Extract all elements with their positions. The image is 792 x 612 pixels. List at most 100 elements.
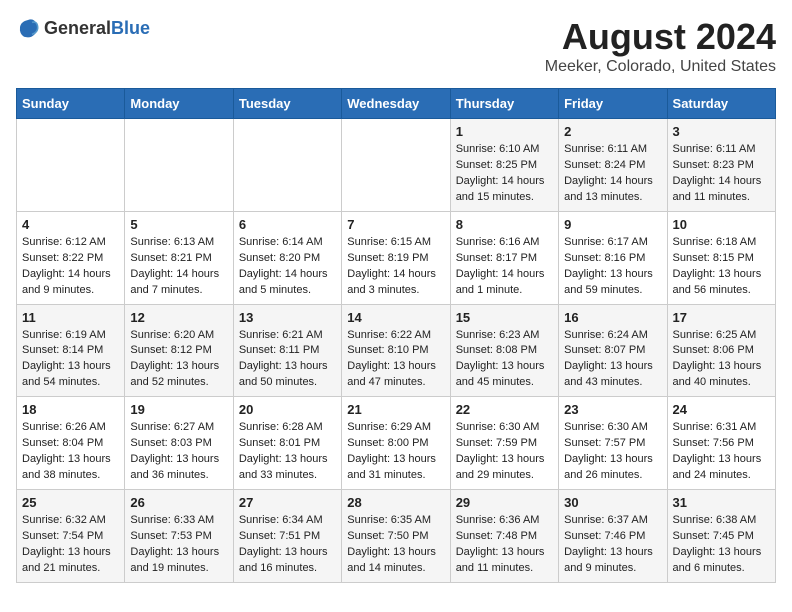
sunset-value: 8:14 PM [62, 344, 103, 356]
sunset-label: Sunset: [564, 252, 604, 264]
day-info: Sunrise: 6:16 AMSunset: 8:17 PMDaylight:… [456, 235, 553, 299]
sunrise-label: Sunrise: [130, 236, 173, 248]
sunset-label: Sunset: [673, 159, 713, 171]
sunset-value: 7:46 PM [604, 530, 645, 542]
sunset-value: 8:06 PM [713, 344, 754, 356]
day-number: 18 [22, 402, 119, 417]
day-info: Sunrise: 6:32 AMSunset: 7:54 PMDaylight:… [22, 513, 119, 577]
day-info: Sunrise: 6:10 AMSunset: 8:25 PMDaylight:… [456, 142, 553, 206]
day-cell-12: 12 Sunrise: 6:20 AMSunset: 8:12 PMDayligh… [125, 304, 233, 397]
daylight-label: Daylight: [456, 268, 502, 280]
day-info: Sunrise: 6:23 AMSunset: 8:08 PMDaylight:… [456, 328, 553, 392]
sunset-label: Sunset: [673, 437, 713, 449]
day-cell-empty-0 [17, 119, 125, 212]
sunrise-label: Sunrise: [564, 329, 607, 341]
daylight-label: Daylight: [239, 268, 285, 280]
day-cell-24: 24Sunrise: 6:31 AMSunset: 7:56 PMDayligh… [667, 397, 775, 490]
sunset-label: Sunset: [456, 530, 496, 542]
day-info: Sunrise: 6:26 AMSunset: 8:04 PMDaylight:… [22, 420, 119, 484]
sunrise-label: Sunrise: [22, 421, 65, 433]
day-info: Sunrise: 6:24 AMSunset: 8:07 PMDaylight:… [564, 328, 661, 392]
main-title: August 2024 [545, 16, 776, 58]
sunrise-value: 6:18 AM [716, 236, 756, 248]
sunrise-label: Sunrise: [239, 236, 282, 248]
calendar-table: SundayMondayTuesdayWednesdayThursdayFrid… [16, 88, 776, 583]
daylight-label: Daylight: [564, 360, 610, 372]
logo-general: General [44, 18, 111, 38]
day-info: Sunrise: 6:25 AMSunset: 8:06 PMDaylight:… [673, 328, 770, 392]
day-info: Sunrise: 6:19 AMSunset: 8:14 PMDaylight:… [22, 328, 119, 392]
sunset-label: Sunset: [673, 252, 713, 264]
day-info: Sunrise: 6:30 AMSunset: 7:59 PMDaylight:… [456, 420, 553, 484]
sunset-label: Sunset: [130, 530, 170, 542]
sunset-value: 8:10 PM [388, 344, 429, 356]
daylight-label: Daylight: [22, 546, 68, 558]
sunrise-label: Sunrise: [673, 329, 716, 341]
day-number: 16 [564, 310, 661, 325]
daylight-label: Daylight: [239, 546, 285, 558]
day-cell-31: 31Sunrise: 6:38 AMSunset: 7:45 PMDayligh… [667, 490, 775, 583]
daylight-label: Daylight: [347, 268, 393, 280]
sunrise-value: 6:24 AM [608, 329, 648, 341]
sunrise-label: Sunrise: [456, 514, 499, 526]
sunrise-label: Sunrise: [456, 329, 499, 341]
day-info: Sunrise: 6:34 AMSunset: 7:51 PMDaylight:… [239, 513, 336, 577]
daylight-label: Daylight: [130, 546, 176, 558]
day-info: Sunrise: 6:20 AMSunset: 8:12 PMDaylight:… [130, 328, 227, 392]
day-info: Sunrise: 6:22 AMSunset: 8:10 PMDaylight:… [347, 328, 444, 392]
sunset-label: Sunset: [347, 252, 387, 264]
sunrise-value: 6:22 AM [391, 329, 431, 341]
logo-icon [16, 16, 40, 40]
day-number: 27 [239, 495, 336, 510]
sunrise-label: Sunrise: [347, 514, 390, 526]
day-number: 24 [673, 402, 770, 417]
day-info: Sunrise: 6:28 AMSunset: 8:01 PMDaylight:… [239, 420, 336, 484]
sunrise-value: 6:15 AM [391, 236, 431, 248]
daylight-label: Daylight: [673, 175, 719, 187]
day-cell-27: 27 Sunrise: 6:34 AMSunset: 7:51 PMDayligh… [233, 490, 341, 583]
sunrise-label: Sunrise: [673, 514, 716, 526]
sunrise-value: 6:28 AM [282, 421, 322, 433]
day-cell-8: 8Sunrise: 6:16 AMSunset: 8:17 PMDaylight… [450, 211, 558, 304]
day-info: Sunrise: 6:27 AMSunset: 8:03 PMDaylight:… [130, 420, 227, 484]
daylight-label: Daylight: [239, 360, 285, 372]
day-cell-30: 30Sunrise: 6:37 AMSunset: 7:46 PMDayligh… [559, 490, 667, 583]
sunrise-label: Sunrise: [673, 236, 716, 248]
day-info: Sunrise: 6:38 AMSunset: 7:45 PMDaylight:… [673, 513, 770, 577]
day-number: 10 [673, 217, 770, 232]
day-cell-9: 9Sunrise: 6:17 AMSunset: 8:16 PMDaylight… [559, 211, 667, 304]
daylight-label: Daylight: [130, 360, 176, 372]
sunrise-value: 6:37 AM [608, 514, 648, 526]
sunset-value: 7:48 PM [496, 530, 537, 542]
week-row-2: 4Sunrise: 6:12 AMSunset: 8:22 PMDaylight… [17, 211, 776, 304]
sunset-label: Sunset: [22, 252, 62, 264]
sunset-value: 8:15 PM [713, 252, 754, 264]
sunrise-label: Sunrise: [22, 514, 65, 526]
sunset-value: 7:54 PM [62, 530, 103, 542]
sunrise-value: 6:11 AM [608, 143, 648, 155]
sunset-value: 7:45 PM [713, 530, 754, 542]
sunset-value: 8:11 PM [279, 344, 319, 356]
day-number: 12 [130, 310, 227, 325]
sunrise-value: 6:26 AM [65, 421, 105, 433]
day-cell-3: 3Sunrise: 6:11 AMSunset: 8:23 PMDaylight… [667, 119, 775, 212]
day-number: 28 [347, 495, 444, 510]
sunrise-value: 6:12 AM [65, 236, 105, 248]
sunrise-value: 6:38 AM [716, 514, 756, 526]
calendar-body: 1Sunrise: 6:10 AMSunset: 8:25 PMDaylight… [17, 119, 776, 583]
day-cell-19: 19Sunrise: 6:27 AMSunset: 8:03 PMDayligh… [125, 397, 233, 490]
sunrise-label: Sunrise: [456, 143, 499, 155]
day-cell-22: 22 Sunrise: 6:30 AMSunset: 7:59 PMDayligh… [450, 397, 558, 490]
daylight-label: Daylight: [130, 268, 176, 280]
sunrise-value: 6:34 AM [282, 514, 322, 526]
daylight-label: Daylight: [239, 453, 285, 465]
sunset-label: Sunset: [564, 437, 604, 449]
day-info: Sunrise: 6:30 AMSunset: 7:57 PMDaylight:… [564, 420, 661, 484]
day-cell-empty-3 [342, 119, 450, 212]
title-area: August 2024 Meeker, Colorado, United Sta… [545, 16, 776, 76]
week-row-5: 25Sunrise: 6:32 AMSunset: 7:54 PMDayligh… [17, 490, 776, 583]
day-number: 22 [456, 402, 553, 417]
sunset-label: Sunset: [456, 344, 496, 356]
sunrise-value: 6:17 AM [608, 236, 648, 248]
sunrise-label: Sunrise: [564, 236, 607, 248]
